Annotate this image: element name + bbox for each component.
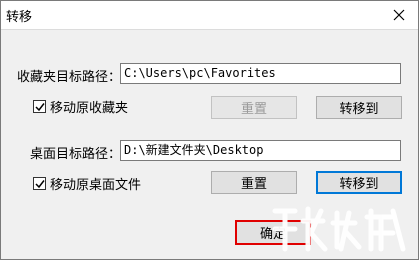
move-desktop-checkbox[interactable]: 移动原桌面文件: [33, 174, 141, 193]
checkbox-box[interactable]: [33, 100, 46, 113]
favorites-path-label: 收藏夹目标路径：: [17, 70, 122, 85]
desktop-transfer-button[interactable]: 转移到: [316, 171, 402, 194]
transfer-dialog: 转移 收藏夹目标路径： C:\Users\pc\Favorites 移动原收藏夹…: [0, 0, 419, 260]
window-title: 转移: [6, 10, 33, 25]
checkmark-icon: [34, 179, 45, 188]
title-bar: 转移: [1, 1, 418, 30]
desktop-reset-button[interactable]: 重置: [211, 171, 297, 194]
watermark-logo: [272, 206, 406, 252]
close-button[interactable]: [382, 1, 416, 29]
move-desktop-label: 移动原桌面文件: [50, 178, 142, 193]
close-icon: [393, 9, 405, 21]
checkmark-icon: [34, 102, 45, 111]
move-favorites-label: 移动原收藏夹: [50, 101, 129, 116]
desktop-path-label: 桌面目标路径：: [30, 147, 122, 162]
checkbox-box[interactable]: [33, 177, 46, 190]
favorites-path-field[interactable]: C:\Users\pc\Favorites: [120, 63, 401, 84]
favorites-transfer-button[interactable]: 转移到: [316, 96, 402, 119]
desktop-path-field[interactable]: D:\新建文件夹\Desktop: [120, 140, 401, 161]
move-favorites-checkbox[interactable]: 移动原收藏夹: [33, 97, 128, 116]
favorites-reset-button[interactable]: 重置: [211, 96, 297, 119]
